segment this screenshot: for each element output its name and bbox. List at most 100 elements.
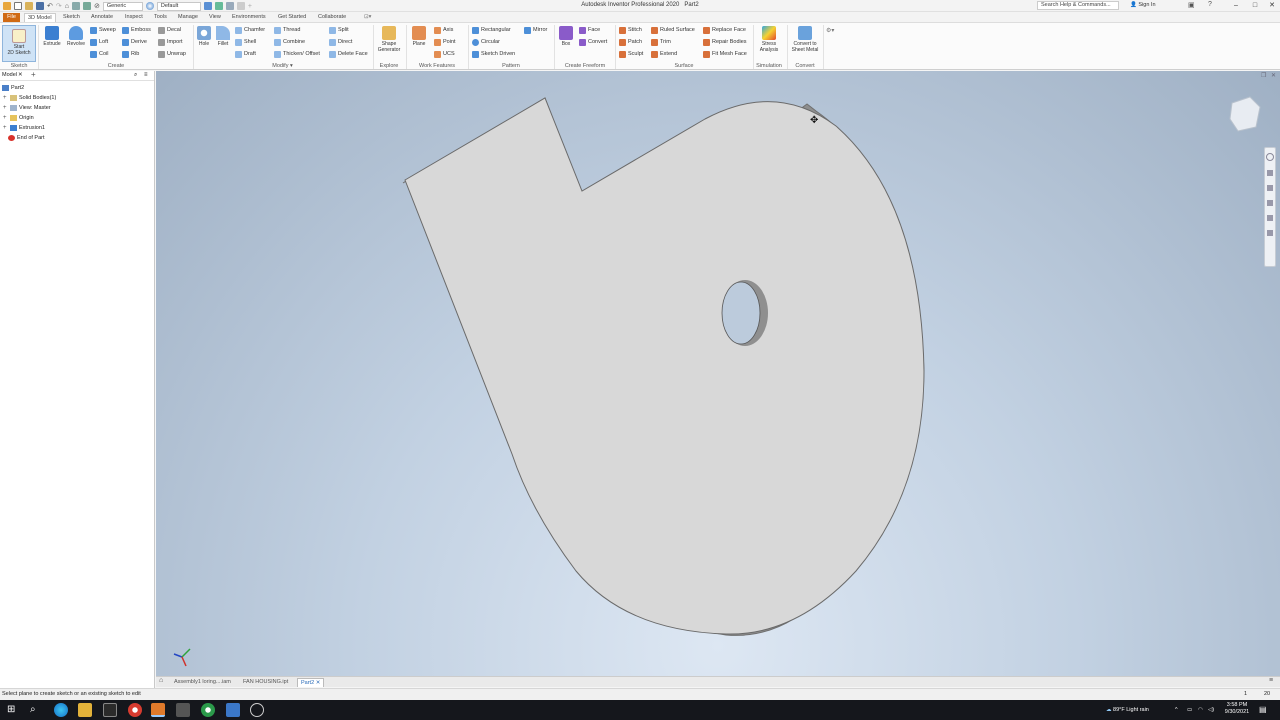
tab-model[interactable]: Model [2, 72, 17, 78]
tab-collaborate[interactable]: Collaborate [315, 13, 349, 22]
tab-manage[interactable]: Manage [175, 13, 201, 22]
model-canvas[interactable]: ✥ [156, 71, 1280, 676]
revolve-button[interactable]: Revolve [64, 26, 88, 47]
decal-button[interactable]: Decal [158, 26, 181, 35]
close-tab-icon[interactable]: ✕ [316, 680, 321, 686]
orbit-icon[interactable] [1267, 200, 1273, 206]
draft-button[interactable]: Draft [235, 50, 256, 59]
app-icon[interactable] [176, 703, 190, 717]
tray-chevron-icon[interactable]: ^ [1175, 700, 1178, 720]
chrome-profile-icon[interactable] [201, 703, 215, 717]
tree-item-solid-bodies[interactable]: + Solid Bodies(1) [3, 94, 56, 102]
face-button[interactable]: Face [579, 26, 600, 35]
expand-icon[interactable]: + [3, 104, 8, 112]
doc-tab-part2[interactable]: Part2 ✕ [297, 678, 325, 687]
search-icon[interactable]: ⌕ [134, 71, 137, 80]
tab-get-started[interactable]: Get Started [275, 13, 309, 22]
windows-start-icon[interactable]: ⊞ [7, 703, 21, 717]
shape-generator-button[interactable]: Shape Generator [375, 26, 403, 53]
tree-item-view[interactable]: + View: Master [3, 104, 51, 112]
customize-icon[interactable] [236, 2, 245, 10]
tree-item-origin[interactable]: + Origin [3, 114, 34, 122]
emboss-button[interactable]: Emboss [122, 26, 151, 35]
split-button[interactable]: Split [329, 26, 349, 35]
tree-item-part[interactable]: Part2 [2, 84, 24, 92]
home-tab-icon[interactable]: ⌂ [159, 677, 163, 684]
cart-icon[interactable]: ▣ [1188, 1, 1195, 9]
tab-inspect[interactable]: Inspect [122, 13, 146, 22]
extrude-button[interactable]: Extrude [41, 26, 63, 47]
stress-analysis-button[interactable]: Stress Analysis [755, 26, 783, 53]
sketch-driven-pattern-button[interactable]: Sketch Driven [472, 50, 515, 59]
expand-icon[interactable]: + [3, 124, 8, 132]
file-explorer-icon[interactable] [78, 703, 92, 717]
doc-tab-fan-housing[interactable]: FAN HOUSING.ipt [240, 678, 291, 687]
store-icon[interactable] [103, 703, 117, 717]
plus-icon[interactable]: + [248, 3, 252, 10]
tab-annotate[interactable]: Annotate [88, 13, 116, 22]
hole-button[interactable]: Hole [195, 26, 213, 47]
loft-button[interactable]: Loft [90, 38, 108, 47]
doc-tab-assembly[interactable]: Assembly1 loring....iam [171, 678, 234, 687]
sculpt-button[interactable]: Sculpt [619, 50, 643, 59]
menu-icon[interactable]: ≡ [144, 71, 148, 80]
volume-icon[interactable]: ◁) [1208, 700, 1214, 720]
pan-icon[interactable] [1267, 170, 1273, 176]
home-icon[interactable]: ⌂ [65, 3, 69, 10]
start-2d-sketch-button[interactable]: Start 2D Sketch [2, 25, 36, 62]
zoom-icon[interactable] [1267, 185, 1273, 191]
nav-options-icon[interactable] [1267, 230, 1273, 236]
close-panel-icon[interactable]: ✕ [18, 71, 23, 80]
shell-button[interactable]: Shell [235, 38, 256, 47]
rib-button[interactable]: Rib [122, 50, 139, 59]
fit-mesh-face-button[interactable]: Fit Mesh Face [703, 50, 747, 59]
delete-face-button[interactable]: Delete Face [329, 50, 368, 59]
graphics-viewport[interactable]: ✥ ❐ ✕ [156, 71, 1280, 676]
help-icon[interactable]: ? [1208, 1, 1212, 8]
select-icon[interactable] [82, 2, 91, 10]
import-button[interactable]: Import [158, 38, 183, 47]
fan-housing-plate[interactable] [404, 97, 925, 635]
convert-button[interactable]: Convert [579, 38, 607, 47]
repair-bodies-button[interactable]: Repair Bodies [703, 38, 747, 47]
adjust-icon[interactable] [203, 2, 212, 10]
material-select[interactable]: Generic [102, 1, 143, 11]
clear-icon[interactable] [214, 2, 223, 10]
plane-button[interactable]: Plane [409, 26, 429, 47]
network-icon[interactable]: ▭ [1187, 700, 1192, 720]
rectangular-pattern-button[interactable]: Rectangular [472, 26, 511, 35]
sweep-button[interactable]: Sweep [90, 26, 116, 35]
maximize-view-icon[interactable]: ✕ [1271, 72, 1276, 79]
redo-icon[interactable]: ↷ [56, 2, 62, 10]
clock[interactable]: 3:58 PM 9/30/2021 [1222, 702, 1252, 716]
mirror-button[interactable]: Mirror [524, 26, 547, 35]
tab-environments[interactable]: Environments [229, 13, 269, 22]
tree-item-extrusion[interactable]: + Extrusion1 [3, 124, 45, 132]
tree-item-end-of-part[interactable]: End of Part [8, 134, 45, 142]
restore-view-icon[interactable]: ❐ [1261, 72, 1266, 79]
weather-widget[interactable]: ☁ 89°F Light rain [1106, 700, 1149, 720]
fx-icon[interactable] [225, 2, 234, 10]
inventor-icon[interactable] [151, 703, 165, 717]
ribbon-options-icon[interactable]: ⊡▾ [361, 13, 374, 22]
direct-button[interactable]: Direct [329, 38, 352, 47]
view-cube[interactable] [1229, 96, 1261, 132]
update-icon[interactable] [71, 2, 80, 10]
thicken-offset-button[interactable]: Thicken/ Offset [274, 50, 320, 59]
tab-list-icon[interactable]: ≡ [1269, 677, 1273, 684]
thread-button[interactable]: Thread [274, 26, 300, 35]
notifications-icon[interactable]: ▤ [1259, 700, 1267, 720]
sign-in-link[interactable]: 👤 Sign In [1130, 2, 1156, 8]
open-folder-icon[interactable] [25, 2, 33, 10]
app-window-icon[interactable] [226, 703, 240, 717]
tab-sketch[interactable]: Sketch [60, 13, 83, 22]
axis-button[interactable]: Axis [434, 26, 453, 35]
derive-button[interactable]: Derive [122, 38, 147, 47]
ribbon-settings-icon[interactable]: ⚙▾ [826, 27, 834, 34]
clock-app-icon[interactable] [250, 703, 264, 717]
close-button[interactable]: ✕ [1260, 0, 1280, 11]
search-input[interactable]: Search Help & Commands... [1037, 1, 1119, 10]
appearance-select[interactable]: Default [156, 1, 201, 11]
look-at-icon[interactable] [1267, 215, 1273, 221]
expand-icon[interactable]: + [3, 114, 8, 122]
